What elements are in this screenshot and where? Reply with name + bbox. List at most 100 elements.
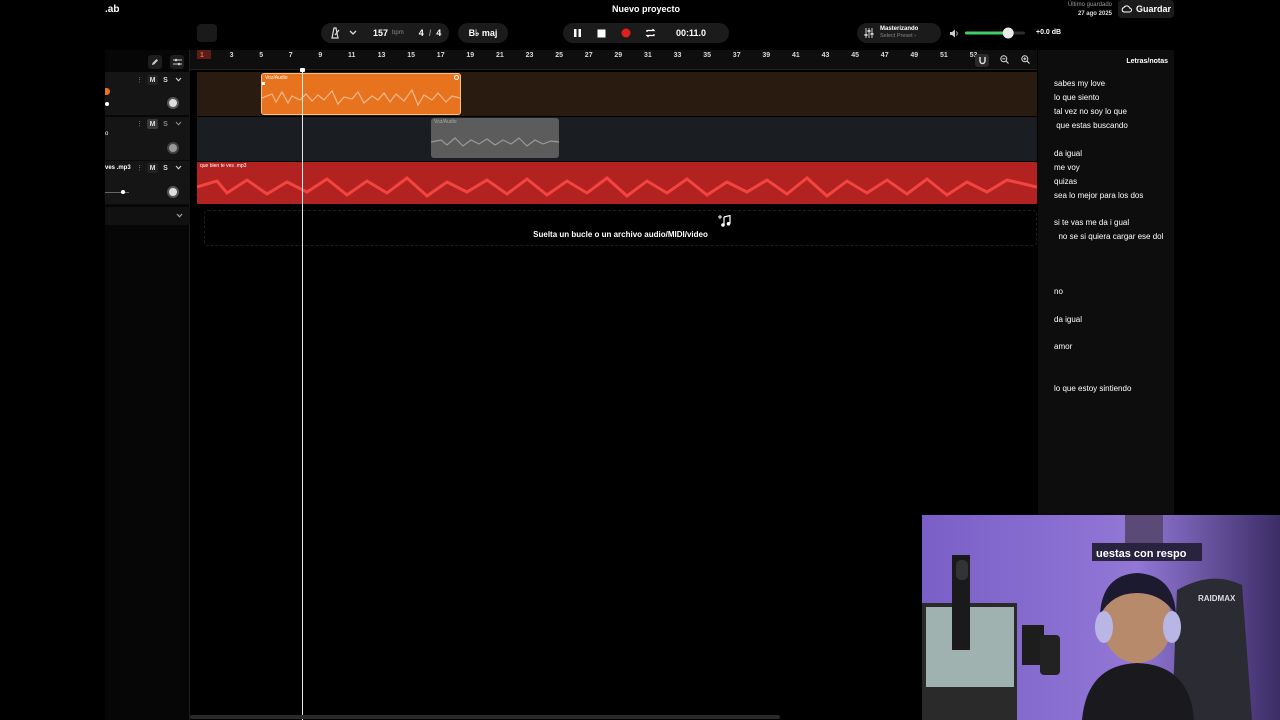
volume-dot[interactable] (105, 102, 109, 106)
track-volume-slider[interactable] (105, 192, 129, 193)
mute-button[interactable]: M (147, 119, 158, 129)
drag-handle-icon[interactable]: ⋮ (136, 120, 143, 128)
timeline-ruler[interactable]: 1 3 5 7 9 11 13 15 17 19 21 23 25 27 29 31 33 35 37 39 41 43 4… (190, 50, 1037, 70)
audio-clip[interactable]: Voz/Audio (261, 73, 461, 115)
menu-button[interactable] (197, 24, 217, 42)
pan-knob[interactable] (167, 142, 179, 154)
ruler-bar-label: 25 (555, 52, 563, 59)
stop-icon[interactable] (597, 29, 606, 38)
lyrics-line[interactable]: lo que siento (1054, 93, 1099, 102)
key-selector[interactable]: B♭ maj (458, 23, 508, 43)
ruler-bar-label: 7 (288, 52, 293, 59)
top-bar: .ab Nuevo proyecto 157 bpm 4 / 4 B♭ maj … (0, 0, 1280, 50)
track-lane[interactable] (197, 117, 1037, 161)
chevron-down-icon[interactable] (176, 213, 183, 218)
music-note-add-icon (718, 215, 732, 227)
lyrics-line[interactable]: da igual (1054, 149, 1082, 158)
ruler-bar-label: 11 (348, 52, 356, 59)
clip-waveform (262, 88, 460, 107)
solo-button[interactable]: S (160, 119, 171, 129)
ruler-bar-label: 21 (496, 52, 504, 59)
drag-handle-icon[interactable]: ⋮ (136, 164, 143, 172)
chevron-down-icon[interactable] (175, 165, 182, 170)
solo-button[interactable]: S (160, 75, 171, 85)
save-button[interactable]: Guardar (1118, 0, 1174, 18)
loop-icon[interactable] (645, 28, 656, 38)
lyrics-line[interactable]: no (1054, 287, 1063, 296)
chevron-down-icon[interactable] (349, 30, 357, 36)
lyrics-line[interactable]: lo que estoy sintiendo (1054, 384, 1131, 393)
arrangement-area[interactable]: Voz/Audio Voz/Audio que bien te ves .mp3… (190, 70, 1037, 720)
add-track-row[interactable] (105, 207, 190, 225)
time-signature-bottom[interactable]: 4 (436, 28, 441, 38)
ruler-bar-label: 27 (584, 52, 593, 59)
metronome-icon[interactable] (329, 27, 341, 39)
chair-brand-text: RAIDMAX (1198, 594, 1236, 603)
lyrics-line[interactable]: me voy (1054, 163, 1080, 172)
volume-slider-thumb[interactable] (121, 190, 125, 194)
mute-button[interactable]: M (147, 75, 158, 85)
zoom-out-icon[interactable] (1000, 55, 1009, 64)
track-settings-icon[interactable] (170, 55, 184, 69)
track-header[interactable]: ⋮ M S (105, 72, 190, 116)
pencil-icon[interactable] (148, 55, 162, 69)
speaker-icon[interactable] (950, 29, 960, 38)
ruler-bar-label: 37 (732, 52, 741, 59)
lyrics-line[interactable]: tal vez no soy lo que (1054, 107, 1127, 116)
zoom-in-icon[interactable] (1021, 55, 1030, 64)
ruler-bar-label: 13 (377, 52, 386, 59)
record-icon[interactable] (621, 28, 631, 38)
clip-label: Voz/Audio (265, 75, 288, 81)
mastering-button[interactable]: Masterizando Select Preset › (857, 23, 941, 43)
audio-clip[interactable]: que bien te ves .mp3 (197, 162, 1037, 204)
lyrics-line[interactable]: que estas buscando (1054, 121, 1128, 130)
project-title[interactable]: Nuevo proyecto (540, 4, 752, 14)
last-saved-label: Último guardado (1067, 2, 1112, 8)
horizontal-scrollbar[interactable] (190, 715, 780, 719)
ruler-bar-label: 1 (200, 52, 204, 59)
pan-knob[interactable] (167, 186, 179, 198)
lyrics-line[interactable]: sabes my love (1054, 79, 1105, 88)
track-color-icon (105, 88, 110, 95)
master-volume-slider[interactable] (965, 27, 1025, 39)
drag-handle-icon[interactable]: ⋮ (136, 76, 143, 84)
time-signature-separator: / (428, 28, 432, 38)
chevron-down-icon[interactable] (175, 121, 182, 126)
tempo-value[interactable]: 157 (373, 28, 388, 38)
lyrics-title: Letras/notas (1126, 58, 1168, 65)
transport-bar: 00:11.0 (563, 23, 729, 43)
track-panel: ⋮ M S o ⋮ M S ves .mp3 ⋮ M S (105, 50, 190, 720)
audio-clip[interactable]: Voz/Audio (431, 118, 559, 158)
track-header[interactable]: o ⋮ M S (105, 117, 190, 161)
lyrics-line[interactable]: da igual (1054, 315, 1082, 324)
track-header[interactable]: ves .mp3 ⋮ M S (105, 161, 190, 205)
clip-label: Voz/Audio (434, 119, 457, 125)
mute-button[interactable]: M (147, 163, 158, 173)
save-label: Guardar (1135, 4, 1171, 14)
chevron-down-icon[interactable] (175, 77, 182, 82)
time-signature-top[interactable]: 4 (419, 28, 424, 38)
lyrics-line[interactable]: sea lo mejor para los dos (1054, 191, 1143, 200)
lyrics-line[interactable]: amor (1054, 342, 1072, 351)
lyrics-line[interactable]: quizas (1054, 177, 1077, 186)
pause-icon[interactable] (573, 28, 582, 38)
playhead-handle[interactable] (300, 68, 305, 72)
magnet-icon[interactable] (975, 54, 989, 67)
clip-fade-handle[interactable] (262, 82, 265, 85)
clip-gain-handle[interactable] (454, 75, 459, 80)
playhead[interactable] (302, 70, 303, 720)
webcam-scene: uestas con respo RAIDMAX (922, 515, 1280, 720)
lyrics-line[interactable]: no se si quiera cargar ese dol (1054, 232, 1174, 241)
last-saved: Último guardado 27 ago 2025 (1040, 1, 1112, 19)
lyrics-line[interactable]: si te vas me da i gual (1054, 218, 1129, 227)
app-brand: .ab (105, 4, 120, 15)
solo-button[interactable]: S (160, 163, 171, 173)
ruler-bar-label: 33 (673, 52, 682, 59)
ruler-bar-label: 47 (880, 52, 889, 59)
mastering-preset[interactable]: Select Preset › (880, 33, 918, 40)
pan-knob[interactable] (167, 97, 179, 109)
lyrics-panel[interactable]: Letras/notas sabes my love lo que siento… (1038, 50, 1174, 515)
drop-zone[interactable] (204, 210, 1037, 246)
track-name: o (105, 131, 109, 137)
ruler-bar-label: 29 (614, 52, 623, 59)
